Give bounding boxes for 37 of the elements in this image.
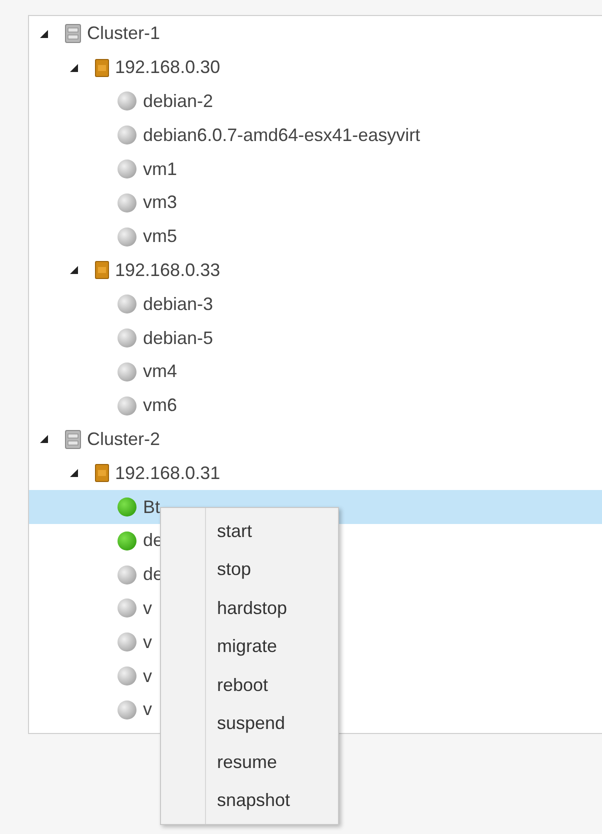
menu-item[interactable]: snapshot bbox=[161, 782, 338, 820]
expanded-arrow-icon[interactable] bbox=[69, 62, 79, 73]
vm-name[interactable]: debian-5 bbox=[143, 324, 214, 352]
server-icon bbox=[95, 58, 109, 77]
expanded-arrow-icon[interactable] bbox=[69, 265, 79, 276]
cluster-name[interactable]: Cluster-2 bbox=[87, 426, 160, 453]
menu-item[interactable]: hardstop bbox=[161, 589, 338, 628]
vm-name[interactable]: debian6.0.7-amd64-esx41-easyvirt bbox=[143, 122, 420, 149]
host-address[interactable]: 192.168.0.31 bbox=[115, 460, 220, 487]
server-cabinet-icon bbox=[65, 430, 81, 449]
menu-item[interactable]: start bbox=[161, 512, 338, 550]
expanded-arrow-icon[interactable] bbox=[69, 468, 79, 478]
server-icon bbox=[95, 464, 109, 482]
vm-name[interactable]: v bbox=[143, 628, 152, 656]
menu-item[interactable]: reboot bbox=[161, 666, 338, 704]
vm-name[interactable]: vm3 bbox=[143, 189, 178, 216]
host-address[interactable]: 192.168.0.33 bbox=[115, 256, 220, 284]
expanded-arrow-icon[interactable] bbox=[39, 28, 49, 39]
vm-name[interactable]: v bbox=[143, 594, 152, 622]
host-address[interactable]: 192.168.0.30 bbox=[115, 54, 220, 82]
menu-item[interactable]: stop bbox=[161, 550, 338, 589]
server-icon bbox=[95, 261, 109, 280]
vm-name[interactable]: vm4 bbox=[143, 358, 178, 386]
vm-name[interactable]: Bt bbox=[143, 494, 160, 521]
menu-item[interactable]: migrate bbox=[161, 628, 338, 666]
vm-name[interactable]: debian-2 bbox=[143, 88, 214, 115]
vm-name[interactable]: vm6 bbox=[143, 392, 178, 420]
cluster-name[interactable]: Cluster-1 bbox=[87, 20, 160, 48]
vm-name[interactable]: v bbox=[143, 696, 152, 724]
expanded-arrow-icon[interactable] bbox=[39, 434, 49, 444]
server-cabinet-icon bbox=[65, 24, 81, 44]
vm-name[interactable]: debian-3 bbox=[143, 290, 214, 318]
menu-item[interactable]: resume bbox=[161, 743, 338, 782]
menu-item[interactable]: suspend bbox=[161, 704, 338, 743]
vm-name[interactable]: vm5 bbox=[143, 223, 178, 250]
vm-name[interactable]: vm1 bbox=[143, 156, 178, 183]
vm-name[interactable]: v bbox=[143, 662, 152, 690]
